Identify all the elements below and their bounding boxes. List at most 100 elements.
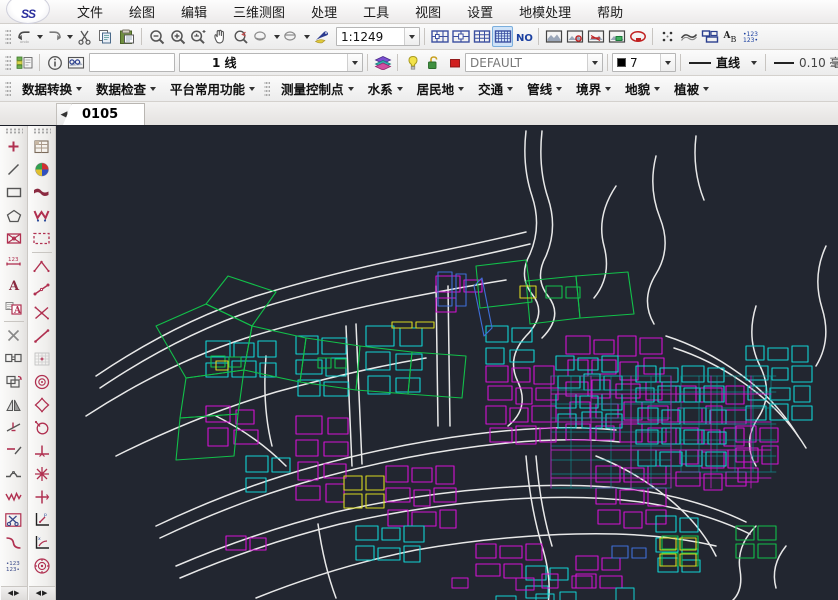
- offset-curve-icon[interactable]: [2, 531, 26, 554]
- layer-code-combo[interactable]: 1 线: [179, 53, 363, 72]
- zoom-in-icon[interactable]: [167, 26, 188, 47]
- btn-data-check[interactable]: 数据检查: [88, 78, 162, 99]
- bird-view-icon[interactable]: [311, 26, 332, 47]
- undo-icon[interactable]: undo: [14, 26, 35, 47]
- image-loop-icon[interactable]: [627, 26, 648, 47]
- image-align-icon[interactable]: [585, 26, 606, 47]
- btn-transport[interactable]: 交通: [470, 78, 519, 99]
- btn-boundary[interactable]: 境界: [568, 78, 617, 99]
- perpendicular-icon[interactable]: [30, 439, 54, 462]
- zoom-all-icon[interactable]: [281, 26, 302, 47]
- zoom-extents-caret[interactable]: [272, 26, 281, 47]
- angle-vertex-icon[interactable]: [30, 255, 54, 278]
- grid-pattern-icon[interactable]: [30, 347, 54, 370]
- text-style-icon[interactable]: AB: [720, 26, 741, 47]
- fillet-arc-icon[interactable]: [2, 462, 26, 485]
- zoom-all-caret[interactable]: [302, 26, 311, 47]
- linetype-combo[interactable]: 直线: [685, 53, 761, 72]
- axis-y-icon[interactable]: p: [30, 508, 54, 531]
- linetype-dropdown-arrow[interactable]: [746, 54, 761, 71]
- scissors-icon[interactable]: [2, 508, 26, 531]
- zoom-window-icon[interactable]: [188, 26, 209, 47]
- text-icon[interactable]: A: [2, 273, 26, 296]
- menu-file[interactable]: 文件: [64, 0, 116, 23]
- compass-icon[interactable]: [30, 554, 54, 577]
- no-snap-button[interactable]: NO: [513, 26, 534, 47]
- btn-vegetation[interactable]: 植被: [666, 78, 715, 99]
- circle-target-icon[interactable]: [30, 370, 54, 393]
- erase-x-icon[interactable]: [2, 324, 26, 347]
- btn-common-functions[interactable]: 平台常用功能: [162, 78, 261, 99]
- layer-name-combo[interactable]: DEFAULT: [465, 53, 603, 72]
- menu-tools[interactable]: 工具: [350, 0, 402, 23]
- menu-draw[interactable]: 绘图: [116, 0, 168, 23]
- symbol-w-icon[interactable]: [30, 204, 54, 227]
- zoom-extents-icon[interactable]: [251, 26, 272, 47]
- scale-combo[interactable]: 1:1249: [336, 27, 420, 46]
- star-snap-icon[interactable]: [30, 462, 54, 485]
- snap-points-icon[interactable]: [657, 26, 678, 47]
- btn-control-points[interactable]: 测量控制点: [273, 78, 360, 99]
- menu-help[interactable]: 帮助: [584, 0, 636, 23]
- draw-tools-scroll-right[interactable]: ▶: [14, 590, 19, 597]
- diamond-node-icon[interactable]: [30, 393, 54, 416]
- menu-process[interactable]: 处理: [298, 0, 350, 23]
- pan-icon[interactable]: [209, 26, 230, 47]
- tab-0105[interactable]: 0105: [71, 103, 145, 125]
- draw-tools-grip[interactable]: [5, 128, 23, 134]
- zoom-previous-icon[interactable]: [230, 26, 251, 47]
- renumber-icon[interactable]: •123123•: [2, 554, 26, 577]
- point-node-icon[interactable]: [2, 135, 26, 158]
- copy-icon[interactable]: [95, 26, 116, 47]
- layer-filter-input[interactable]: [89, 53, 175, 72]
- text-block-icon[interactable]: A: [2, 296, 26, 319]
- polyline-edit-icon[interactable]: [2, 485, 26, 508]
- color-combo[interactable]: 7: [612, 53, 676, 72]
- measure-line-icon[interactable]: [30, 278, 54, 301]
- layer-code-dropdown-arrow[interactable]: [347, 54, 362, 71]
- symbol-flow-icon[interactable]: [30, 181, 54, 204]
- grid-dense-icon[interactable]: [492, 26, 513, 47]
- image-open-icon[interactable]: [543, 26, 564, 47]
- lineweight-combo[interactable]: 0.10 毫米: [770, 53, 838, 72]
- line-segment-icon[interactable]: [2, 158, 26, 181]
- symbol-tools-scroll-right[interactable]: ▶: [42, 590, 47, 597]
- copy-move-icon[interactable]: [2, 370, 26, 393]
- text-size-icon[interactable]: •123123•: [741, 26, 762, 47]
- map-drawing-canvas[interactable]: [56, 126, 838, 600]
- cut-icon[interactable]: [74, 26, 95, 47]
- redo-dropdown-caret[interactable]: [65, 26, 74, 47]
- paste-icon[interactable]: [116, 26, 137, 47]
- zoom-out-icon[interactable]: [146, 26, 167, 47]
- layer-name-dropdown-arrow[interactable]: [587, 54, 602, 71]
- layer-info-icon[interactable]: [44, 52, 65, 73]
- btn-residential[interactable]: 居民地: [409, 78, 471, 99]
- toolbar-grip[interactable]: [5, 28, 11, 46]
- mesh-fill-icon[interactable]: [2, 227, 26, 250]
- menu-view[interactable]: 视图: [402, 0, 454, 23]
- image-fill-icon[interactable]: [606, 26, 627, 47]
- cross-intersect-icon[interactable]: [30, 301, 54, 324]
- layer-toolbar-grip[interactable]: [5, 54, 11, 72]
- layer-isolate-icon[interactable]: [65, 52, 86, 73]
- trim-icon[interactable]: [2, 416, 26, 439]
- unlock-icon[interactable]: [423, 52, 444, 73]
- rectangle-icon[interactable]: [2, 181, 26, 204]
- symbol-tools-grip[interactable]: [33, 128, 51, 134]
- palette-icon[interactable]: [30, 158, 54, 181]
- axis-x-icon[interactable]: x: [30, 531, 54, 554]
- swap-blocks-icon[interactable]: [2, 347, 26, 370]
- menu-dem-process[interactable]: 地模处理: [506, 0, 584, 23]
- menu-edit[interactable]: 编辑: [168, 0, 220, 23]
- lightbulb-icon[interactable]: [402, 52, 423, 73]
- crosshair-icon[interactable]: [30, 485, 54, 508]
- extend-icon[interactable]: [2, 439, 26, 462]
- menu-settings[interactable]: 设置: [454, 0, 506, 23]
- grid-split-icon[interactable]: [450, 26, 471, 47]
- btn-terrain[interactable]: 地貌: [617, 78, 666, 99]
- selection-box-icon[interactable]: [30, 227, 54, 250]
- btn-pipeline[interactable]: 管线: [519, 78, 568, 99]
- undo-dropdown-caret[interactable]: [35, 26, 44, 47]
- snap-block-icon[interactable]: [699, 26, 720, 47]
- btn-data-convert[interactable]: 数据转换: [14, 78, 88, 99]
